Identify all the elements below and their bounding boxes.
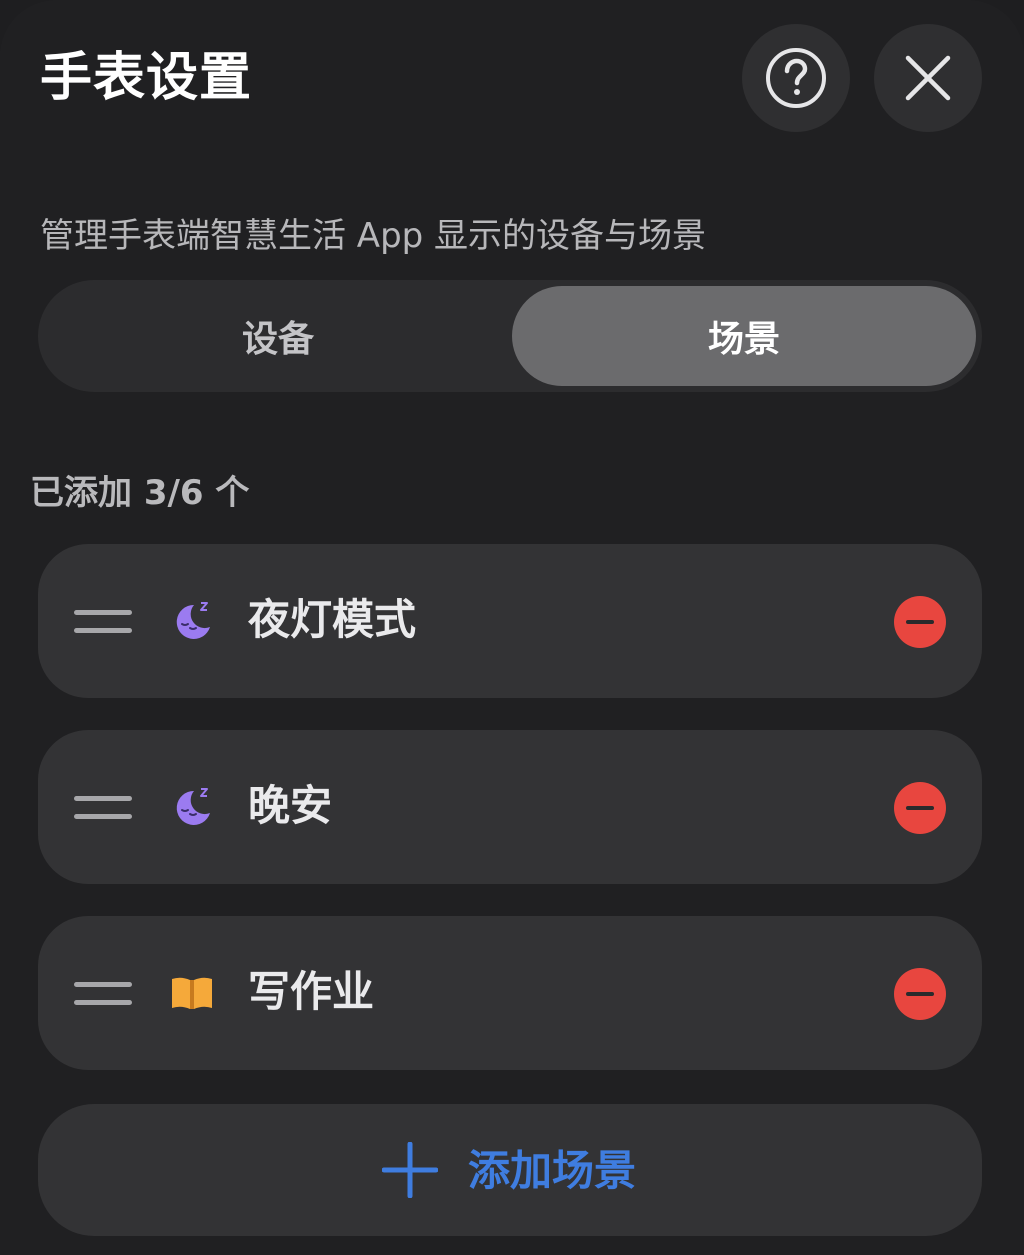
scene-row-homework[interactable]: 写作业	[38, 916, 982, 1070]
drag-handle-icon[interactable]	[74, 980, 132, 1008]
scene-label: 晚安	[248, 781, 333, 830]
added-count-label: 已添加 3/6 个	[30, 473, 250, 513]
scene-row-night-light[interactable]: 夜灯模式	[38, 544, 982, 698]
remove-scene-button[interactable]	[894, 782, 946, 834]
close-button[interactable]	[874, 24, 982, 132]
scene-label: 夜灯模式	[248, 595, 417, 644]
moon-sleep-icon	[176, 788, 210, 825]
plus-icon	[382, 1142, 438, 1198]
add-scene-button[interactable]: 添加场景	[38, 1104, 982, 1236]
tab-switcher: 设备 场景	[38, 280, 982, 392]
help-button[interactable]	[742, 24, 850, 132]
remove-scene-button[interactable]	[894, 968, 946, 1020]
page-title: 手表设置	[40, 48, 253, 108]
close-icon	[905, 55, 951, 101]
drag-handle-icon[interactable]	[74, 608, 132, 636]
moon-sleep-icon	[176, 602, 210, 639]
add-scene-label: 添加场景	[468, 1146, 637, 1195]
scene-row-good-night[interactable]: 晚安	[38, 730, 982, 884]
help-circle-icon	[766, 48, 826, 108]
scene-label: 写作业	[248, 967, 375, 1016]
page-subtitle: 管理手表端智慧生活 App 显示的设备与场景	[40, 216, 707, 256]
tab-devices[interactable]: 设备	[46, 286, 510, 386]
open-book-icon	[172, 977, 212, 1009]
tab-scenes[interactable]: 场景	[512, 286, 976, 386]
remove-scene-button[interactable]	[894, 596, 946, 648]
watch-settings-sheet: 手表设置 管理手表端智慧生活 App 显示的设备与场景 设备 场景 已添加 3/…	[0, 0, 1024, 1255]
drag-handle-icon[interactable]	[74, 794, 132, 822]
